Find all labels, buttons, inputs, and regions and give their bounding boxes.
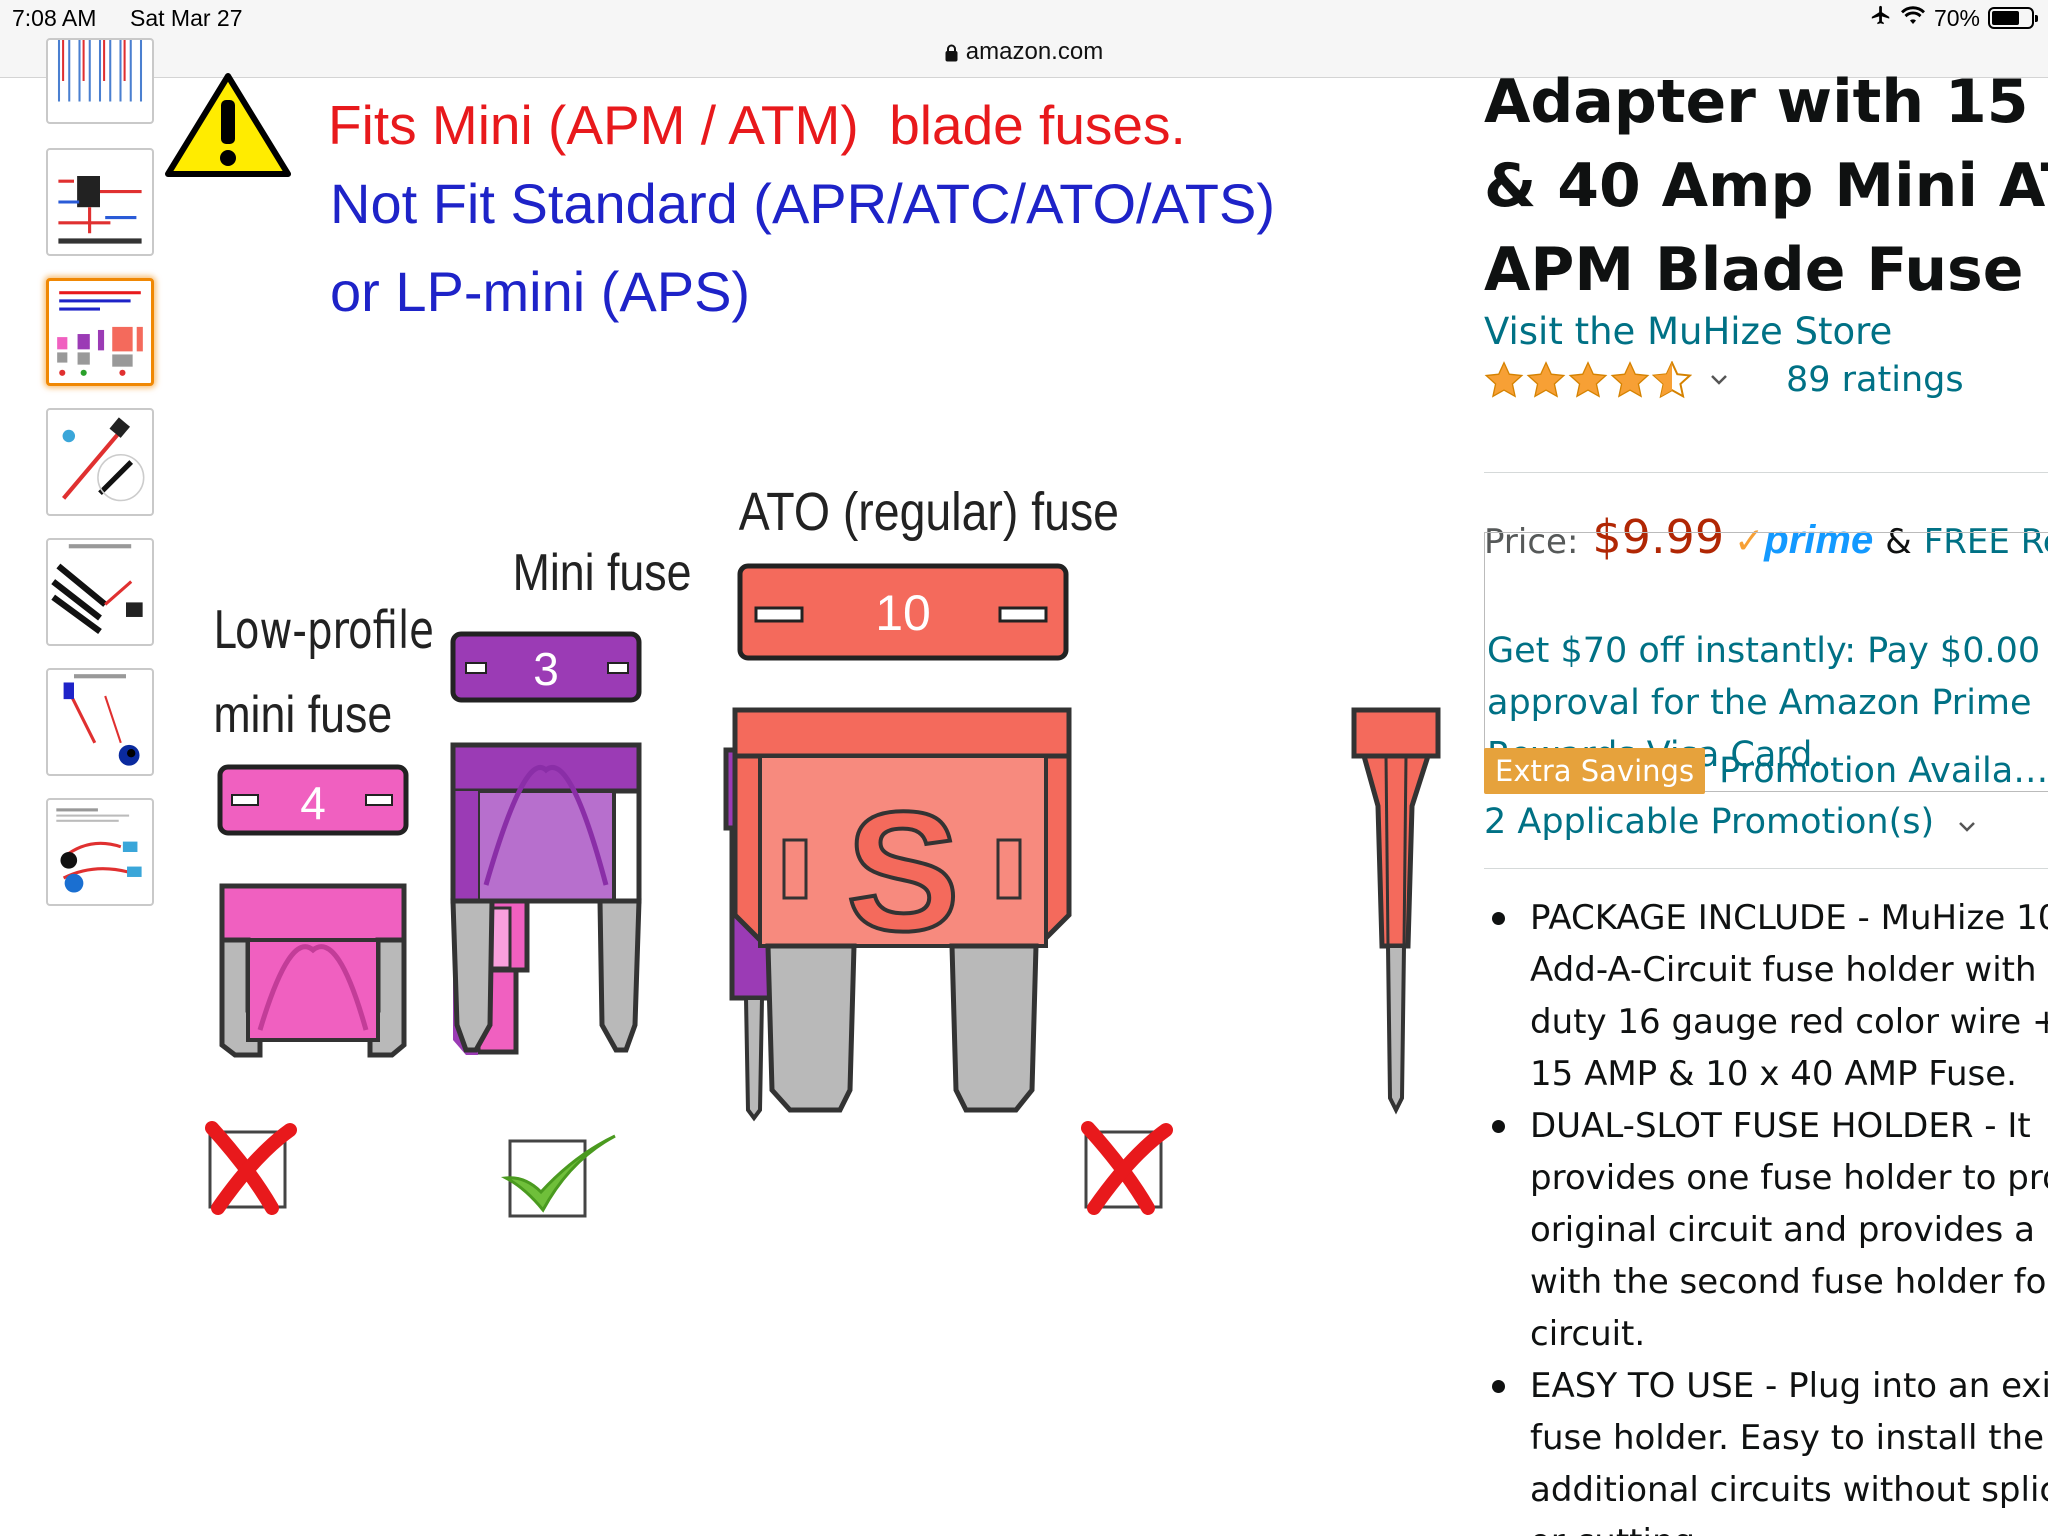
bullet-line: or cutting: [1530, 1516, 2048, 1536]
bullet-line: additional circuits without splici: [1530, 1470, 2048, 1510]
fuse-label: Low-profile: [213, 601, 434, 661]
thumbnail-6[interactable]: [46, 668, 154, 776]
not-fit-x-icon: [1081, 1121, 1173, 1215]
thumbnail-5[interactable]: [46, 538, 154, 646]
bullet-line: Add-A-Circuit fuse holder with h: [1530, 950, 2048, 990]
fuse-rating: 3: [533, 643, 559, 695]
star-full-icon: [1484, 361, 1524, 398]
url-text: amazon.com: [965, 38, 1104, 65]
bullet-line: PACKAGE INCLUDE - MuHize 10: [1530, 898, 2048, 938]
bullet-line: with the second fuse holder for: [1530, 1262, 2048, 1302]
extra-savings-badge: Extra Savings: [1484, 748, 1706, 794]
divider: [1484, 472, 2048, 473]
product-title-line: & 40 Amp Mini ATM: [1484, 151, 2048, 221]
thumbnail-2[interactable]: [46, 148, 154, 256]
compat-heading-line3: or LP-mini (APS): [330, 260, 750, 323]
savings-row: Extra Savings Promotion Availa…: [1484, 748, 2048, 794]
product-title-line: APM Blade Fuse: [1484, 235, 2024, 305]
fuse-label: mini fuse: [213, 686, 392, 744]
rating-row[interactable]: 89 ratings: [1484, 360, 1964, 400]
product-title: Adapter with 15 Am & 40 Amp Mini ATM APM…: [1484, 60, 2048, 312]
applicable-promotions[interactable]: 2 Applicable Promotion(s): [1484, 802, 1976, 842]
thumbnail-3[interactable]: [46, 278, 154, 386]
status-time: 7:08 AM: [12, 5, 97, 31]
bullet-line: fuse holder. Easy to install the: [1530, 1418, 2045, 1458]
fits-check-icon: [500, 1134, 616, 1218]
product-details: Adapter with 15 Am & 40 Amp Mini ATM APM…: [1484, 60, 2048, 1536]
thumbnail-1[interactable]: [46, 38, 154, 124]
status-indicators: 70%: [1870, 4, 2038, 32]
bullet-line: circuit.: [1530, 1314, 1646, 1354]
ratings-count-link[interactable]: 89 ratings: [1786, 360, 1964, 400]
svg-text:S: S: [846, 777, 959, 967]
airplane-icon: [1870, 4, 1892, 32]
status-date: Sat Mar 27: [130, 5, 243, 31]
battery-percent: 70%: [1933, 4, 1980, 31]
thumbnail-4[interactable]: [46, 408, 154, 516]
feature-bullets: PACKAGE INCLUDE - MuHize 10 Add-A-Circui…: [1484, 892, 2048, 1536]
store-link[interactable]: Visit the MuHize Store: [1484, 310, 1892, 353]
star-full-icon: [1568, 361, 1608, 398]
fuse-rating: 4: [300, 777, 326, 829]
card-promo-line: approval for the Amazon Prime: [1487, 683, 2032, 723]
fuse-rating: 10: [875, 585, 931, 641]
ato-regular-fuse: ATO (regular) fuse 10 S: [732, 481, 1441, 1115]
card-promo-line: Get $70 off instantly: Pay $0.00 up: [1487, 631, 2048, 671]
bullet-line: original circuit and provides a le: [1530, 1210, 2048, 1250]
divider: [1484, 868, 2048, 869]
compat-heading-line1: Fits Mini (APM / ATM) blade fuses.: [328, 94, 1186, 156]
wifi-icon: [1900, 5, 1926, 32]
bullet-line: EASY TO USE - Plug into an exis: [1530, 1366, 2048, 1406]
promotion-available-link[interactable]: Promotion Availa…: [1719, 751, 2048, 791]
fuse-label: Mini fuse: [513, 544, 692, 602]
bullet-line: provides one fuse holder to pro: [1530, 1158, 2048, 1198]
chevron-down-icon[interactable]: [1958, 802, 1976, 842]
feature-bullet: PACKAGE INCLUDE - MuHize 10 Add-A-Circui…: [1484, 892, 2048, 1100]
product-main-image[interactable]: Fits Mini (APM / ATM) blade fuses. Not F…: [160, 70, 1450, 1270]
warning-icon: [165, 73, 291, 177]
product-title-line: Adapter with 15 Am: [1484, 67, 2048, 137]
star-full-icon: [1610, 361, 1650, 398]
star-full-icon: [1526, 361, 1566, 398]
star-rating[interactable]: [1484, 361, 1692, 399]
feature-bullet: EASY TO USE - Plug into an exis fuse hol…: [1484, 1360, 2048, 1536]
bullet-line: DUAL-SLOT FUSE HOLDER - It: [1530, 1106, 2031, 1146]
chevron-down-icon[interactable]: [1710, 371, 1728, 390]
fuse-label: ATO (regular) fuse: [739, 481, 1119, 542]
star-half-icon: [1652, 361, 1692, 399]
applicable-promotions-label: 2 Applicable Promotion(s): [1484, 802, 1935, 842]
compat-heading-line2: Not Fit Standard (APR/ATC/ATO/ATS): [330, 172, 1275, 235]
battery-icon: [1988, 7, 2038, 29]
feature-bullet: DUAL-SLOT FUSE HOLDER - It provides one …: [1484, 1100, 2048, 1360]
lock-icon: [945, 41, 958, 69]
bullet-line: duty 16 gauge red color wire + 1: [1530, 1002, 2048, 1042]
not-fit-x-icon: [205, 1121, 297, 1215]
bullet-line: 15 AMP & 10 x 40 AMP Fuse.: [1530, 1054, 2017, 1094]
thumbnail-7[interactable]: [46, 798, 154, 906]
